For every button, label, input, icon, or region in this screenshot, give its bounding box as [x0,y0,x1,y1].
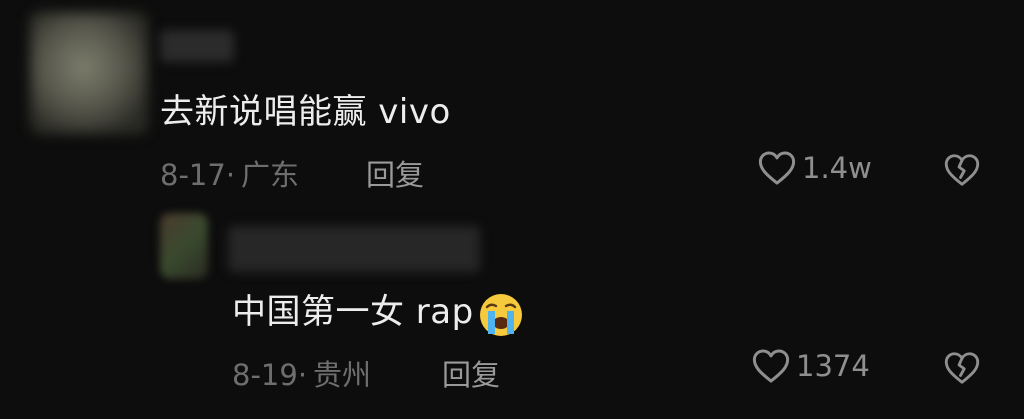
reply-date: 8-19 [232,358,298,392]
broken-heart-icon[interactable] [944,153,980,187]
reply-avatar[interactable] [160,213,208,279]
heart-outline-icon [752,349,790,383]
comment-meta: 8-17· 广东 [160,152,299,194]
like-count: 1374 [796,349,870,383]
like-count: 1.4w [802,151,872,185]
reply-button[interactable]: 回复 [366,152,424,194]
comment-date: 8-17 [160,158,226,192]
loudly-crying-face-icon [479,293,522,336]
meta-separator: · [225,158,236,192]
reply-meta: 8-19· 贵州 [232,352,371,394]
comment-text: 去新说唱能赢 vivo [160,92,451,132]
meta-separator: · [297,358,308,392]
username-blurred[interactable] [160,30,234,62]
heart-outline-icon [758,151,796,185]
comment-location: 广东 [241,158,300,192]
broken-heart-icon[interactable] [944,351,980,385]
reply-username-blurred[interactable] [228,226,480,272]
avatar[interactable] [30,12,148,134]
like-button[interactable]: 1374 [752,348,870,384]
reply-location: 贵州 [313,358,372,392]
like-button[interactable]: 1.4w [758,150,872,186]
reply-text: 中国第一女 rap [232,284,526,338]
reply-button[interactable]: 回复 [442,352,500,394]
reply-text-content: 中国第一女 rap [232,292,474,332]
